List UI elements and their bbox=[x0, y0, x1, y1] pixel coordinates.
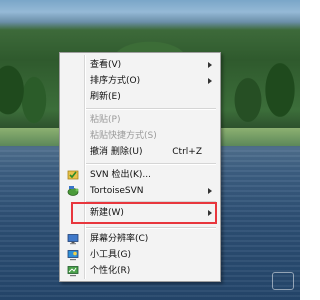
menu-item-label: 刷新(E) bbox=[90, 92, 121, 102]
menu-item-label: TortoiseSVN bbox=[90, 186, 144, 196]
menu-item-undo-delete[interactable]: 撤消 删除(U) Ctrl+Z bbox=[62, 144, 218, 160]
menu-separator bbox=[86, 201, 216, 203]
desktop-context-menu: 查看(V) 排序方式(O) 刷新(E) 粘贴(P) 粘贴快捷方式(S) 撤消 删… bbox=[59, 52, 221, 282]
menu-item-sort-by[interactable]: 排序方式(O) bbox=[62, 73, 218, 89]
menu-item-svn-checkout[interactable]: SVN 检出(K)... bbox=[62, 167, 218, 183]
menu-separator bbox=[86, 227, 216, 229]
menu-item-label: 粘贴(P) bbox=[90, 115, 121, 125]
menu-item-paste[interactable]: 粘贴(P) bbox=[62, 112, 218, 128]
menu-item-label: 小工具(G) bbox=[90, 250, 131, 260]
monitor-icon bbox=[67, 234, 79, 245]
tortoisesvn-icon bbox=[67, 186, 79, 196]
submenu-arrow-icon bbox=[208, 210, 212, 216]
menu-item-screen-resolution[interactable]: 屏幕分辨率(C) bbox=[62, 231, 218, 247]
submenu-arrow-icon bbox=[208, 78, 212, 84]
menu-item-gadgets[interactable]: 小工具(G) bbox=[62, 247, 218, 263]
menu-item-label: 粘贴快捷方式(S) bbox=[90, 131, 157, 141]
menu-item-label: SVN 检出(K)... bbox=[90, 170, 151, 180]
personalize-icon bbox=[67, 266, 79, 277]
menu-item-paste-shortcut[interactable]: 粘贴快捷方式(S) bbox=[62, 128, 218, 144]
menu-item-tortoisesvn[interactable]: TortoiseSVN bbox=[62, 183, 218, 199]
menu-item-new[interactable]: 新建(W) bbox=[62, 205, 218, 221]
menu-item-label: 排序方式(O) bbox=[90, 76, 141, 86]
menu-item-personalize[interactable]: 个性化(R) bbox=[62, 263, 218, 279]
menu-item-label: 查看(V) bbox=[90, 60, 122, 70]
menu-item-label: 屏幕分辨率(C) bbox=[90, 234, 149, 244]
menu-item-label: 新建(W) bbox=[90, 208, 124, 218]
menu-item-shortcut: Ctrl+Z bbox=[172, 147, 202, 157]
menu-item-refresh[interactable]: 刷新(E) bbox=[62, 89, 218, 105]
menu-item-label: 撤消 删除(U) bbox=[90, 147, 143, 157]
svn-checkout-icon bbox=[67, 170, 79, 180]
gadgets-icon bbox=[67, 250, 79, 261]
watermark-icon bbox=[272, 272, 294, 290]
menu-separator bbox=[86, 108, 216, 110]
menu-separator bbox=[86, 163, 216, 165]
submenu-arrow-icon bbox=[208, 188, 212, 194]
menu-item-label: 个性化(R) bbox=[90, 266, 131, 276]
menu-item-view[interactable]: 查看(V) bbox=[62, 57, 218, 73]
submenu-arrow-icon bbox=[208, 62, 212, 68]
